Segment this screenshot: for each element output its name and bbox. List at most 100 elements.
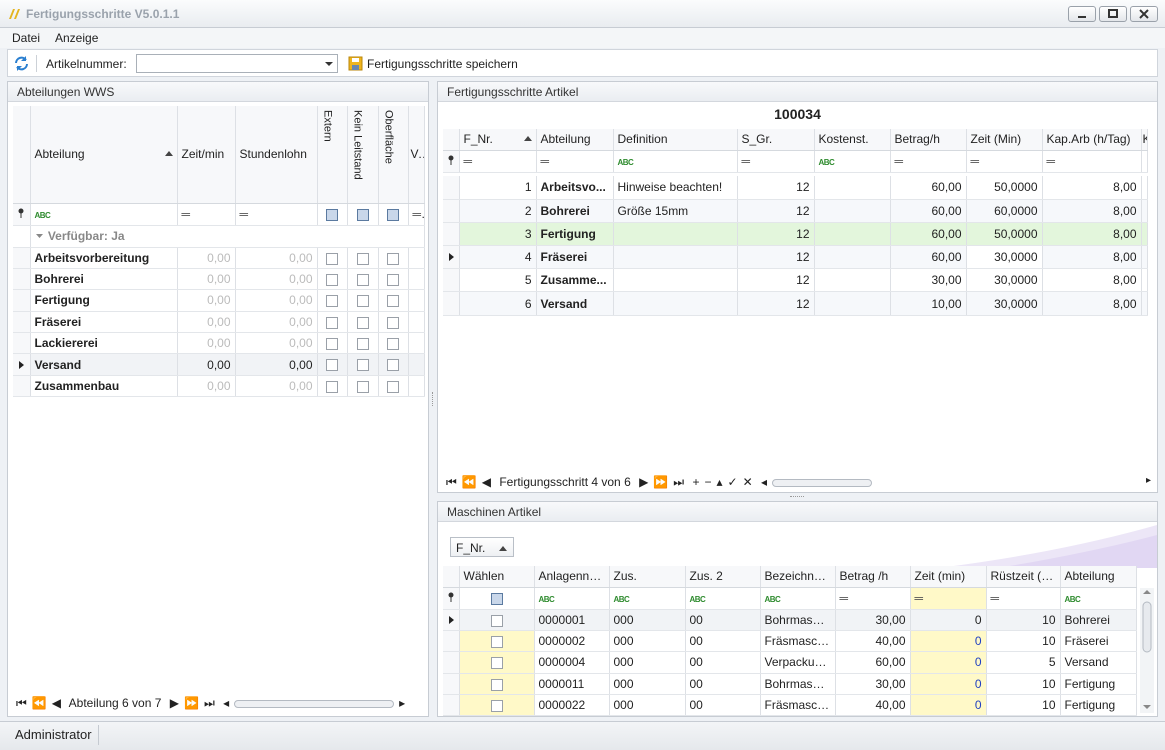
last-icon[interactable]: ⏭: [204, 696, 215, 710]
row-indicator[interactable]: [443, 176, 460, 200]
lohn-cell[interactable]: 0,00: [235, 375, 318, 398]
table-row[interactable]: Fräserei 0,00 0,00: [13, 311, 425, 334]
abteilung-cell[interactable]: Versand: [1060, 651, 1137, 674]
extern-checkbox[interactable]: [326, 338, 338, 351]
col-zeit[interactable]: Zeit (min): [910, 566, 987, 588]
leitstand-checkbox[interactable]: [356, 316, 369, 329]
kosten-cell[interactable]: [814, 176, 891, 200]
abteilung-cell[interactable]: Arbeitsvorbereitung: [30, 247, 178, 269]
zeit-cell[interactable]: 0,00: [177, 311, 236, 334]
col-bezeichnung[interactable]: Bezeichnung: [760, 566, 836, 588]
col-ka[interactable]: Ka: [1141, 129, 1148, 151]
filter-lohn[interactable]: ═: [235, 203, 318, 226]
abteilung-cell[interactable]: Fräserei: [1060, 630, 1137, 653]
definition-cell[interactable]: [613, 268, 738, 293]
ruestzeit-cell[interactable]: 10: [986, 630, 1061, 653]
betrag-cell[interactable]: 30,00: [890, 268, 967, 293]
table-row[interactable]: 0000022 000 00 Fräsmaschi... 40,00 0 10 Fertigu…: [443, 694, 1137, 717]
definition-cell[interactable]: [613, 245, 738, 270]
row-indicator[interactable]: [443, 609, 460, 631]
artikelnummer-combo[interactable]: [136, 54, 338, 73]
row-indicator[interactable]: [443, 630, 460, 653]
bezeichnung-cell[interactable]: Fräsmaschi...: [760, 694, 836, 717]
kap-cell[interactable]: 8,00: [1042, 268, 1142, 293]
row-indicator[interactable]: [443, 199, 460, 223]
betrag-cell[interactable]: 40,00: [835, 630, 911, 653]
table-row[interactable]: 0000001 000 00 Bohrmaschi... 30,00 0 10 Bohrere…: [443, 609, 1137, 631]
table-row[interactable]: Zusammenbau 0,00 0,00: [13, 375, 425, 398]
zus-cell[interactable]: 000: [609, 673, 686, 696]
last-icon[interactable]: ⏭: [673, 475, 684, 489]
zus2-cell[interactable]: 00: [685, 651, 761, 674]
col-waehlen[interactable]: Wählen: [459, 566, 535, 588]
leitstand-checkbox[interactable]: [356, 338, 369, 351]
next-icon[interactable]: ▶: [639, 475, 648, 489]
kap-cell[interactable]: 8,00: [1042, 222, 1142, 247]
extern-checkbox[interactable]: [326, 295, 338, 308]
bezeichnung-cell[interactable]: Bohrmaschi...: [760, 609, 836, 631]
row-indicator[interactable]: [13, 268, 31, 291]
abteilung-cell[interactable]: Bohrerei: [30, 268, 178, 291]
row-indicator[interactable]: [13, 375, 31, 398]
table-row[interactable]: 0000002 000 00 Fräsmaschi... 40,00 0 10 Fräsere…: [443, 630, 1137, 653]
betrag-cell[interactable]: 60,00: [890, 245, 967, 270]
row-indicator[interactable]: [443, 222, 460, 247]
vertical-splitter[interactable]: [432, 392, 436, 406]
anlage-cell[interactable]: 0000004: [534, 651, 610, 674]
row-indicator[interactable]: [13, 353, 31, 376]
table-row[interactable]: 5 Zusamme... 12 30,00 30,0000 8,00: [443, 268, 1148, 293]
ruestzeit-cell[interactable]: 5: [986, 651, 1061, 674]
abteilung-cell[interactable]: Bohrerei: [1060, 609, 1137, 631]
table-row[interactable]: Fertigung 0,00 0,00: [13, 289, 425, 312]
ruestzeit-cell[interactable]: 10: [986, 694, 1061, 717]
definition-cell[interactable]: [613, 222, 738, 247]
scroll-left-icon[interactable]: ◂: [223, 696, 229, 710]
zeit-cell[interactable]: 30,0000: [966, 245, 1043, 270]
kosten-cell[interactable]: [814, 222, 891, 247]
bezeichnung-cell[interactable]: Fräsmaschi...: [760, 630, 836, 653]
zus-cell[interactable]: 000: [609, 694, 686, 717]
fnr-cell[interactable]: 2: [459, 199, 537, 223]
leitstand-checkbox[interactable]: [356, 359, 369, 372]
oberflaeche-checkbox[interactable]: [387, 316, 399, 329]
betrag-cell[interactable]: 30,00: [835, 609, 911, 631]
col-anlage[interactable]: Anlagennu...: [534, 566, 610, 588]
leitstand-checkbox[interactable]: [356, 273, 369, 286]
waehlen-checkbox[interactable]: [490, 700, 503, 713]
fnr-cell[interactable]: 5: [459, 268, 537, 293]
sgr-cell[interactable]: 12: [737, 222, 815, 247]
minimize-button[interactable]: [1068, 6, 1096, 22]
waehlen-checkbox[interactable]: [490, 657, 503, 670]
zus2-cell[interactable]: 00: [685, 694, 761, 717]
oberflaeche-checkbox[interactable]: [387, 380, 399, 393]
col-abteilung[interactable]: Abteilung: [1060, 566, 1137, 588]
betrag-cell[interactable]: 60,00: [890, 199, 967, 223]
lohn-cell[interactable]: 0,00: [235, 247, 318, 269]
col-sgr[interactable]: S_Gr.: [737, 129, 815, 151]
abteilung-cell[interactable]: Fräserei: [30, 311, 178, 334]
extern-checkbox[interactable]: [326, 273, 338, 286]
zus-cell[interactable]: 000: [609, 609, 686, 631]
fnr-cell[interactable]: 1: [459, 176, 537, 200]
filter-zeit[interactable]: ═: [177, 203, 236, 226]
scroll-right-icon[interactable]: ▸: [399, 696, 405, 710]
zus-cell[interactable]: 000: [609, 651, 686, 674]
col-zeit[interactable]: Zeit/min: [177, 106, 236, 204]
lohn-cell[interactable]: 0,00: [235, 289, 318, 312]
leitstand-checkbox[interactable]: [356, 295, 369, 308]
kosten-cell[interactable]: [814, 245, 891, 270]
group-by-fnr-button[interactable]: F_Nr.: [450, 537, 514, 557]
anlage-cell[interactable]: 0000002: [534, 630, 610, 653]
abteilung-cell[interactable]: Fertigung: [536, 222, 614, 247]
zeit-cell[interactable]: 0,00: [177, 353, 236, 376]
extern-checkbox[interactable]: [326, 359, 338, 372]
table-row[interactable]: 4 Fräserei 12 60,00 30,0000 8,00: [443, 245, 1148, 270]
abteilung-cell[interactable]: Zusammenbau: [30, 375, 178, 398]
bezeichnung-cell[interactable]: Verpackung...: [760, 651, 836, 674]
kap-cell[interactable]: 8,00: [1042, 245, 1142, 270]
definition-cell[interactable]: [613, 291, 738, 316]
next-icon[interactable]: ▶: [170, 696, 179, 710]
oberflaeche-checkbox[interactable]: [387, 273, 399, 286]
row-indicator[interactable]: [13, 289, 31, 312]
leitstand-checkbox[interactable]: [356, 380, 369, 393]
